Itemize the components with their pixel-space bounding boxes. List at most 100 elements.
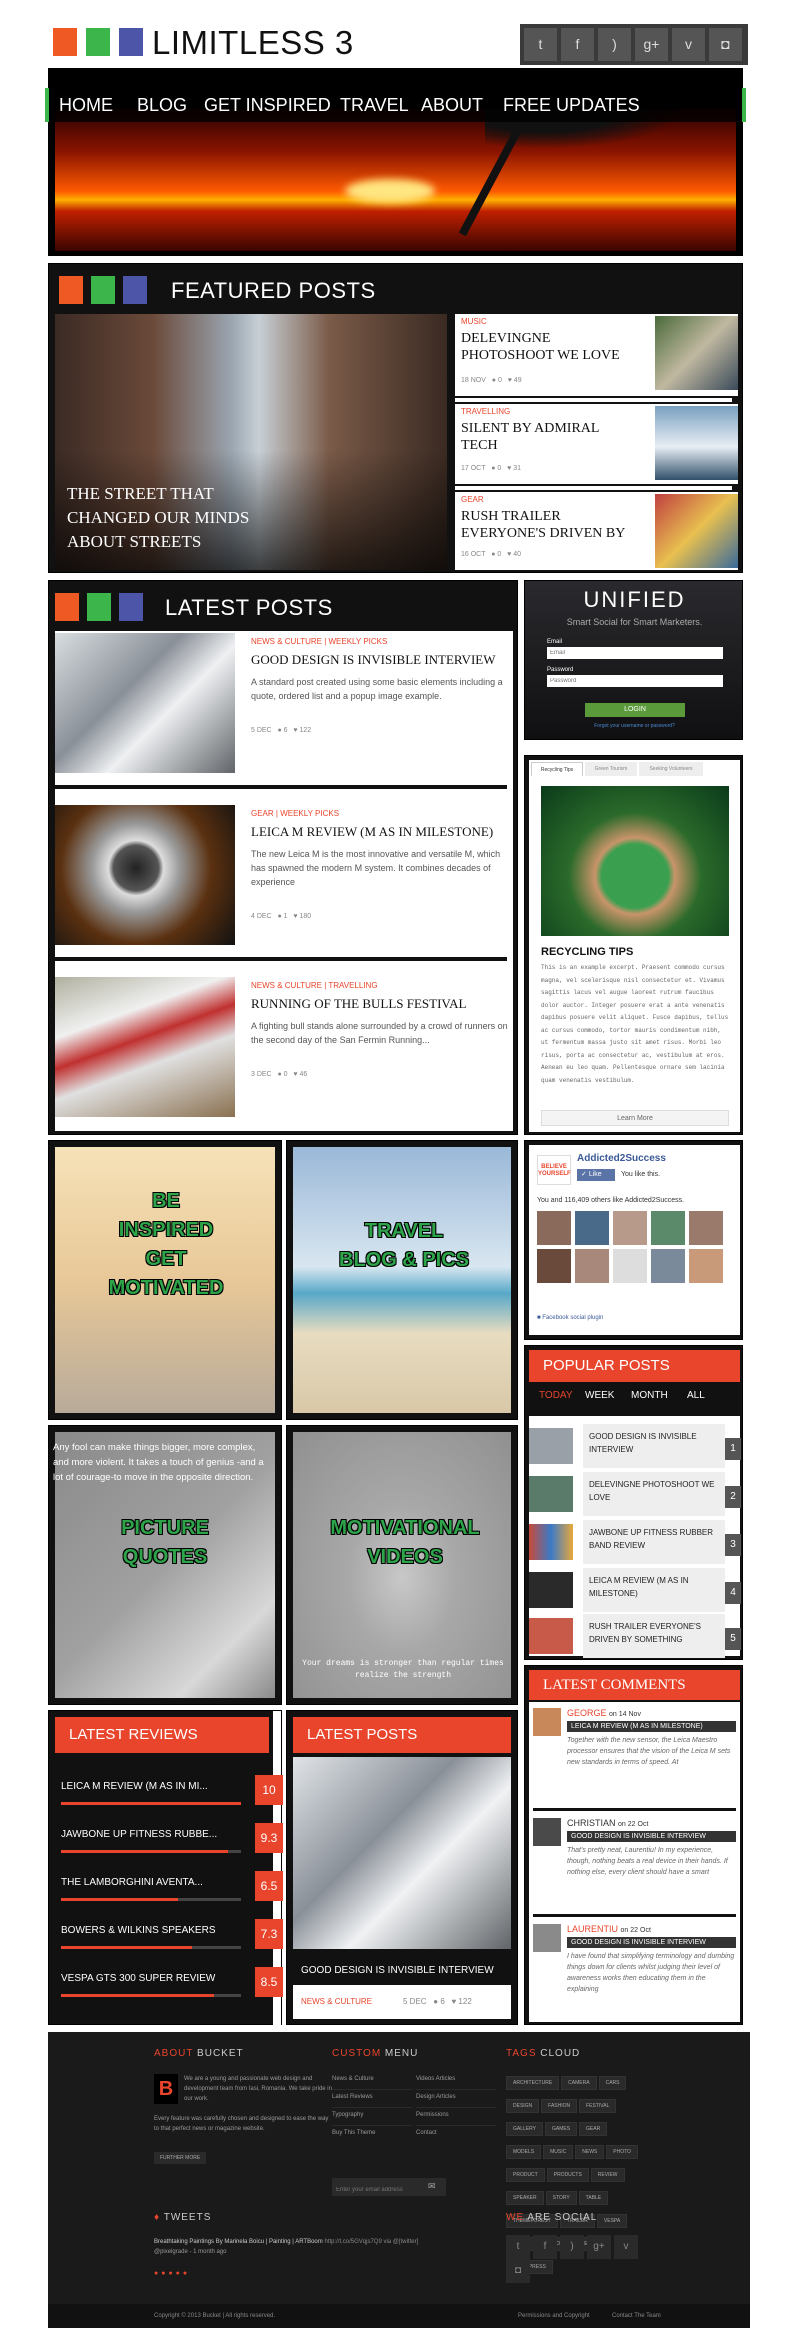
twitter-icon[interactable]: t	[506, 2235, 530, 2259]
tab-volunteers[interactable]: Seeking Volunteers	[639, 762, 703, 776]
tweet-pager[interactable]: ●●●●●	[154, 2270, 190, 2277]
footer-link[interactable]: Design Articles	[416, 2092, 496, 2108]
comment-1[interactable]: GEORGE on 14 Nov LEICA M REVIEW (M AS IN…	[533, 1708, 736, 1768]
review-item-5[interactable]: VESPA GTS 300 SUPER REVIEW 8.5	[61, 1967, 283, 1997]
instagram-icon[interactable]: ◘	[709, 28, 742, 61]
newsletter-email-input[interactable]	[332, 2181, 422, 2199]
fb-face[interactable]	[537, 1211, 571, 1245]
tag-item[interactable]: FESTIVAL	[579, 2099, 617, 2113]
footer-link[interactable]: Typography	[332, 2110, 412, 2126]
footer-link[interactable]: Buy This Theme	[332, 2128, 412, 2144]
review-item-3[interactable]: THE LAMBORGHINI AVENTA... 6.5	[61, 1871, 283, 1901]
login-button[interactable]: LOGIN	[585, 703, 685, 717]
nav-free-updates[interactable]: FREE UPDATES	[503, 95, 640, 116]
latest-post-1[interactable]: NEWS & CULTURE | WEEKLY PICKS GOOD DESIG…	[55, 631, 513, 789]
fb-face[interactable]	[575, 1249, 609, 1283]
forgot-link[interactable]: Forgot your username or password?	[525, 723, 744, 729]
tag-item[interactable]: SPEAKER	[506, 2191, 544, 2205]
featured-item-1[interactable]: MUSIC DELEVINGNE PHOTOSHOOT WE LOVE 18 N…	[455, 314, 738, 396]
tag-item[interactable]: GALLERY	[506, 2122, 543, 2136]
popular-tab-week[interactable]: WEEK	[585, 1390, 614, 1401]
tab-recycling[interactable]: Recycling Tips	[531, 762, 583, 776]
fb-face[interactable]	[613, 1211, 647, 1245]
twitter-icon[interactable]: t	[524, 28, 557, 61]
popular-item-3[interactable]: JAWBONE UP FITNESS RUBBER BAND REVIEW 3	[529, 1520, 741, 1564]
latest-thumb-2[interactable]	[55, 805, 235, 945]
tab-green-tourism[interactable]: Green Tourism	[585, 762, 637, 776]
promo-videos-text[interactable]: MOTIVATIONAL VIDEOS	[317, 1514, 493, 1572]
review-item-1[interactable]: LEICA M REVIEW (M AS IN MI... 10	[61, 1775, 283, 1805]
fb-face[interactable]	[651, 1249, 685, 1283]
promo-travel-text[interactable]: TRAVEL BLOG & PICS	[339, 1217, 469, 1275]
email-field[interactable]	[547, 647, 723, 659]
tag-item[interactable]: PRODUCTS	[546, 2168, 589, 2182]
latest-thumb-1[interactable]	[55, 633, 235, 773]
tag-item[interactable]: CARS	[598, 2076, 627, 2090]
promo-inspired[interactable]: BE INSPIRED GET MOTIVATED	[48, 1140, 282, 1420]
fb-like-button[interactable]: ✓ Like	[577, 1169, 615, 1181]
googleplus-icon[interactable]: g+	[635, 28, 668, 61]
tag-item[interactable]: FASHION	[541, 2099, 578, 2113]
fb-face[interactable]	[575, 1211, 609, 1245]
contact-link[interactable]: Contact The Team	[612, 2313, 661, 2319]
facebook-icon[interactable]: f	[561, 28, 594, 61]
tag-item[interactable]: PRODUCT	[506, 2168, 545, 2182]
popular-tab-today[interactable]: TODAY	[539, 1390, 573, 1401]
tag-item[interactable]: ARCHITECTURE	[506, 2076, 560, 2090]
footer-link[interactable]: Permissions	[416, 2110, 496, 2126]
learn-more-button[interactable]: Learn More	[541, 1110, 729, 1126]
footer-link[interactable]: News & Culture	[332, 2074, 412, 2090]
fb-face[interactable]	[651, 1211, 685, 1245]
tag-item[interactable]: CAMERA	[561, 2076, 597, 2090]
popular-tab-all[interactable]: ALL	[687, 1390, 705, 1401]
rss-icon[interactable]: )	[560, 2235, 584, 2259]
tag-item[interactable]: REVIEW	[590, 2168, 625, 2182]
promo-quotes[interactable]: Any fool can make things bigger, more co…	[48, 1425, 282, 1705]
featured-thumb-1[interactable]	[655, 316, 738, 390]
tag-item[interactable]: NEWS	[575, 2145, 605, 2159]
tag-item[interactable]: STORY	[545, 2191, 577, 2205]
promo-videos[interactable]: MOTIVATIONAL VIDEOS Your dreams is stron…	[286, 1425, 518, 1705]
instagram-icon[interactable]: ◘	[506, 2259, 530, 2283]
tag-item[interactable]: GEAR	[579, 2122, 608, 2136]
further-more-button[interactable]: FURTHER MORE	[154, 2152, 207, 2164]
fb-page-logo[interactable]: BELIEVE YOURSELF	[537, 1155, 571, 1185]
rss-icon[interactable]: )	[598, 28, 631, 61]
permissions-link[interactable]: Permissions and Copyright	[518, 2313, 590, 2319]
nav-get-inspired[interactable]: GET INSPIRED	[204, 95, 331, 116]
latest-post-2[interactable]: GEAR | WEEKLY PICKS LEICA M REVIEW (M AS…	[55, 803, 513, 961]
popular-item-1[interactable]: GOOD DESIGN IS INVISIBLE INTERVIEW 1	[529, 1424, 741, 1468]
footer-link[interactable]: Latest Reviews	[332, 2092, 412, 2108]
promo-quotes-text[interactable]: PICTURE QUOTES	[111, 1514, 219, 1572]
nav-about[interactable]: ABOUT	[421, 95, 483, 116]
googleplus-icon[interactable]: g+	[587, 2235, 611, 2259]
tag-item[interactable]: TABLE	[578, 2191, 609, 2205]
review-item-2[interactable]: JAWBONE UP FITNESS RUBBE... 9.3	[61, 1823, 283, 1853]
comment-2[interactable]: CHRISTIAN on 22 Oct GOOD DESIGN IS INVIS…	[533, 1818, 736, 1878]
footer-link[interactable]: Videos Articles	[416, 2074, 496, 2090]
featured-main-caption[interactable]: THE STREET THAT CHANGED OUR MINDS ABOUT …	[67, 482, 297, 554]
vimeo-icon[interactable]: v	[672, 28, 705, 61]
latest-small-post-title[interactable]: GOOD DESIGN IS INVISIBLE INTERVIEW	[301, 1965, 494, 1976]
footer-link[interactable]: Contact	[416, 2128, 496, 2144]
comment-3[interactable]: LAURENTIU on 22 Oct GOOD DESIGN IS INVIS…	[533, 1924, 736, 1995]
fb-face[interactable]	[689, 1211, 723, 1245]
password-field[interactable]	[547, 675, 723, 687]
popular-item-4[interactable]: LEICA M REVIEW (M AS IN MILESTONE) 4	[529, 1568, 741, 1612]
nav-blog[interactable]: BLOG	[137, 95, 187, 116]
featured-item-2[interactable]: TRAVELLING SILENT BY ADMIRAL TECH 17 OCT…	[455, 404, 738, 484]
featured-item-3[interactable]: GEAR RUSH TRAILER EVERYONE'S DRIVEN BY 1…	[455, 492, 738, 570]
latest-thumb-3[interactable]	[55, 977, 235, 1117]
tag-item[interactable]: DESIGN	[506, 2099, 540, 2113]
featured-thumb-2[interactable]	[655, 406, 738, 480]
nav-travel[interactable]: TRAVEL	[340, 95, 409, 116]
latest-small-category[interactable]: NEWS & CULTURE	[301, 1997, 372, 2006]
tag-item[interactable]: PHOTO	[606, 2145, 638, 2159]
fb-face[interactable]	[537, 1249, 571, 1283]
tag-item[interactable]: GAMES	[544, 2122, 578, 2136]
promo-inspired-text[interactable]: BE INSPIRED GET MOTIVATED	[105, 1187, 227, 1303]
nav-home[interactable]: HOME	[59, 95, 113, 116]
mail-icon[interactable]: ✉	[428, 2181, 436, 2192]
tweet-link[interactable]: http://t.co/5GVqjs7Q9 via @[twitter]	[324, 2239, 418, 2245]
promo-travel[interactable]: TRAVEL BLOG & PICS	[286, 1140, 518, 1420]
